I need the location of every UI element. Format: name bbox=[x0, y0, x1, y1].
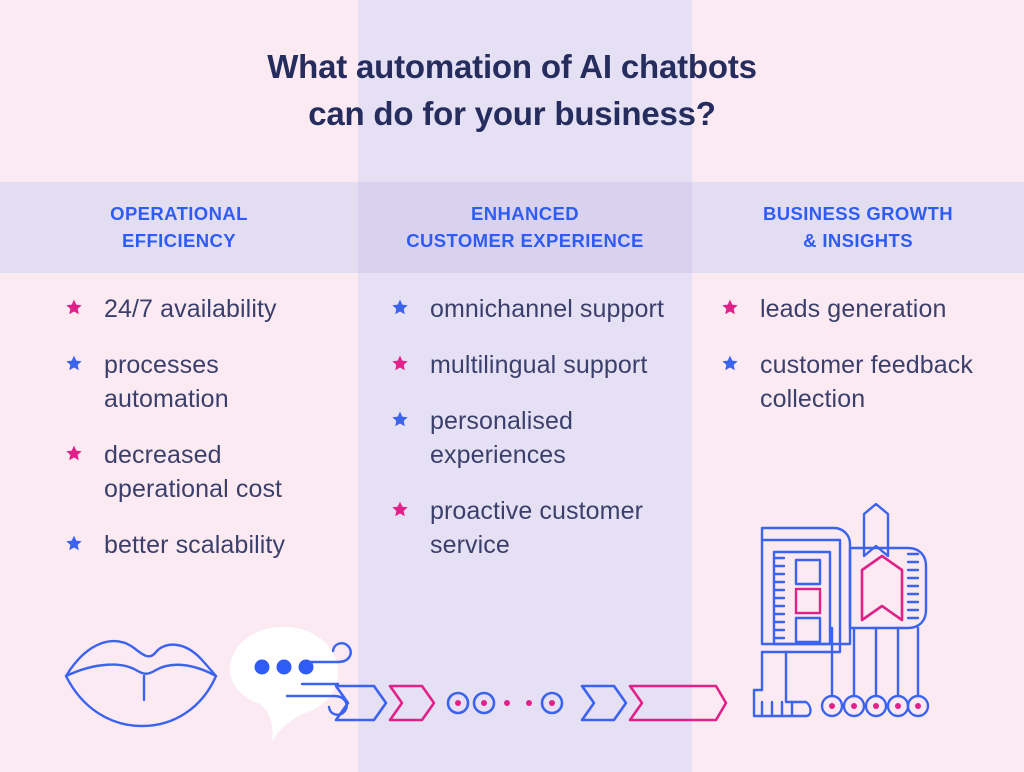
list-item: omnichannel support bbox=[390, 292, 678, 326]
list-item-label: personalised experiences bbox=[430, 407, 573, 469]
list-item: better scalability bbox=[64, 528, 342, 562]
bookmark-pink-icon bbox=[860, 554, 904, 622]
machine-tick-marks-left bbox=[772, 556, 786, 640]
list-item-label: decreased operational cost bbox=[104, 441, 283, 503]
list-item: personalised experiences bbox=[390, 404, 678, 472]
infographic-root: What automation of AI chatbots can do fo… bbox=[0, 0, 1024, 772]
machine-tick-marks-right bbox=[906, 552, 920, 620]
column-heading-line-2: EFFICIENCY bbox=[122, 229, 236, 251]
column-heading-line-2: & INSIGHTS bbox=[803, 229, 913, 251]
page-title: What automation of AI chatbots can do fo… bbox=[0, 44, 1024, 138]
star-bullet-icon bbox=[66, 535, 82, 551]
list-item-label: better scalability bbox=[104, 531, 286, 559]
benefit-list-business-growth-insights: leads generation customer feedback colle… bbox=[692, 292, 1024, 438]
star-bullet-icon bbox=[66, 299, 82, 315]
list-item: leads generation bbox=[720, 292, 1004, 326]
machine-outer-panel bbox=[760, 526, 852, 646]
chevron-arrows-dots-icon bbox=[334, 684, 728, 722]
machine-square-1 bbox=[794, 558, 822, 586]
chevron-pink-long bbox=[628, 684, 728, 722]
list-item-label: proactive customer service bbox=[430, 497, 643, 559]
benefit-list-operational-efficiency: 24/7 availability processes automation d… bbox=[0, 292, 358, 584]
benefit-list-enhanced-customer-experience: omnichannel support multilingual support… bbox=[358, 292, 692, 584]
typing-dots-icon bbox=[254, 659, 314, 675]
star-bullet-icon bbox=[392, 355, 408, 371]
list-item-label: multilingual support bbox=[430, 351, 648, 379]
star-bullet-icon bbox=[392, 299, 408, 315]
machine-square-3 bbox=[794, 616, 822, 644]
star-bullet-icon bbox=[722, 299, 738, 315]
star-bullet-icon bbox=[722, 355, 738, 371]
list-item-label: 24/7 availability bbox=[104, 295, 277, 323]
column-heading-enhanced-customer-experience: ENHANCED CUSTOMER EXPERIENCE bbox=[358, 182, 692, 273]
page-title-line-2: can do for your business? bbox=[308, 94, 716, 132]
list-item-label: customer feedback collection bbox=[760, 351, 973, 413]
page-title-line-1: What automation of AI chatbots bbox=[267, 48, 757, 85]
star-bullet-icon bbox=[392, 411, 408, 427]
list-item: multilingual support bbox=[390, 348, 678, 382]
star-bullet-icon bbox=[66, 355, 82, 371]
column-heading-line-1: ENHANCED bbox=[470, 203, 580, 225]
list-item: 24/7 availability bbox=[64, 292, 342, 326]
machine-foot-ticks bbox=[760, 700, 794, 718]
star-bullet-icon bbox=[392, 501, 408, 517]
column-heading-line-1: OPERATIONAL bbox=[110, 203, 248, 225]
chevron-pink-small bbox=[388, 684, 436, 722]
list-item: customer feedback collection bbox=[720, 348, 1004, 416]
column-heading-line-2: CUSTOMER EXPERIENCE bbox=[406, 229, 644, 251]
column-heading-operational-efficiency: OPERATIONAL EFFICIENCY bbox=[0, 182, 358, 273]
list-item: processes automation bbox=[64, 348, 342, 416]
machine-connector-legs bbox=[830, 626, 920, 698]
machine-bookmarks-icon bbox=[752, 502, 930, 718]
list-item-label: omnichannel support bbox=[430, 295, 664, 323]
lips-speech-bubble-wind-icon bbox=[64, 627, 352, 742]
dot-sequence-icon bbox=[455, 700, 555, 706]
column-heading-line-1: BUSINESS GROWTH bbox=[763, 203, 953, 225]
chevron-blue-small-2 bbox=[580, 684, 628, 722]
machine-square-2-highlight bbox=[794, 587, 822, 615]
star-bullet-icon bbox=[66, 445, 82, 461]
list-item-label: leads generation bbox=[760, 295, 947, 323]
list-item-label: processes automation bbox=[104, 351, 229, 413]
list-item: proactive customer service bbox=[390, 494, 678, 562]
list-item: decreased operational cost bbox=[64, 438, 342, 506]
chevron-blue-small bbox=[334, 684, 388, 722]
column-heading-business-growth-insights: BUSINESS GROWTH & INSIGHTS bbox=[692, 182, 1024, 273]
